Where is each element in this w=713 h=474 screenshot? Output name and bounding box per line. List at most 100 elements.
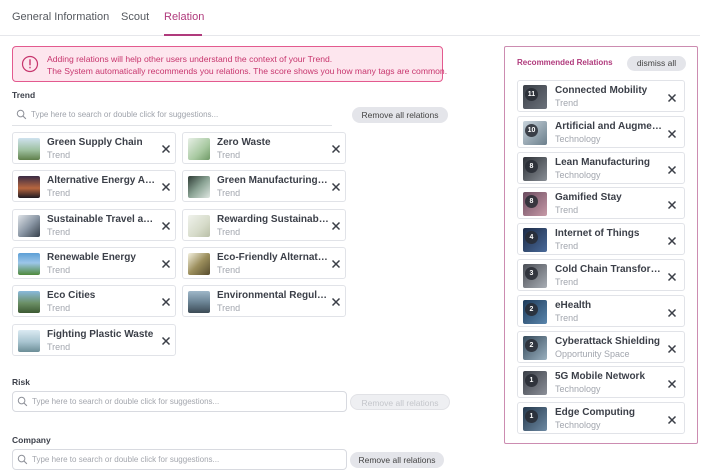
dismiss-recommendation-icon[interactable] (666, 342, 678, 354)
score-badge: 3 (525, 267, 538, 280)
recommended-card-title: 5G Mobile Network (555, 371, 646, 383)
photo-rewarding-icon (188, 214, 210, 237)
search-icon (17, 454, 28, 465)
recommended-card-title: Internet of Things (555, 228, 640, 240)
relation-card[interactable]: Renewable Energy Trend (12, 246, 176, 279)
dismiss-recommendation-icon[interactable] (666, 163, 678, 175)
relation-card[interactable]: Alternative Energy AdoptionTrend (12, 170, 176, 203)
relation-card[interactable]: Zero Waste Trend (182, 132, 346, 164)
relation-card-title: Eco Cities (47, 290, 96, 302)
recommended-card-title: Gamified Stay (555, 192, 622, 204)
remove-relation-icon[interactable] (160, 257, 172, 269)
recommended-card[interactable]: 10 Artificial and Augmented IntelligenceT… (517, 115, 685, 148)
photo-supply-chain-icon (18, 138, 40, 160)
recommended-card[interactable]: 1 Edge Computing Technology (517, 402, 685, 435)
relation-card-type: Trend (47, 303, 71, 314)
score-badge: 2 (525, 302, 538, 316)
relation-card-type: Trend (47, 188, 71, 199)
relation-card-title: Green Supply Chain (47, 137, 143, 148)
trend-remove-all-button[interactable]: Remove all relations (352, 107, 448, 123)
info-icon (21, 55, 39, 73)
relation-card-type: Trend (217, 226, 241, 237)
dismiss-recommendation-icon[interactable] (666, 306, 678, 318)
tab-general-information[interactable]: General Information (12, 11, 109, 23)
dismiss-recommendation-icon[interactable] (666, 377, 678, 389)
photo-environment-icon (188, 291, 210, 314)
remove-relation-icon[interactable] (330, 142, 342, 154)
relation-card[interactable]: Eco-Friendly Alternatives Trend (182, 246, 346, 279)
relation-card[interactable]: Eco Cities Trend (12, 285, 176, 318)
trend-search-input[interactable]: Type here to search or double click for … (12, 105, 332, 126)
recommended-card[interactable]: 8 Gamified Stay Trend (517, 187, 685, 220)
remove-relation-icon[interactable] (330, 295, 342, 307)
remove-relation-icon[interactable] (330, 219, 342, 231)
dismiss-recommendation-icon[interactable] (666, 270, 678, 282)
remove-relation-icon[interactable] (330, 180, 342, 192)
search-icon (17, 396, 28, 407)
relation-card[interactable]: Rewarding Sustainable BehaviorTrend (182, 208, 346, 241)
relation-card-type: Trend (47, 264, 71, 275)
alert-line-1: Adding relations will help other users u… (47, 54, 333, 64)
relation-card[interactable]: Environmental RegulationsTrend (182, 285, 346, 318)
search-icon (16, 109, 27, 120)
relation-card-title: Zero Waste (217, 137, 271, 148)
dismiss-recommendation-icon[interactable] (666, 91, 678, 103)
recommended-card-title: Connected Mobility (555, 85, 648, 96)
remove-relation-icon[interactable] (330, 257, 342, 269)
alert-line-2: The System automatically recommends you … (47, 65, 448, 76)
recommended-card-type: Opportunity Space (555, 348, 630, 359)
score-badge: 11 (525, 88, 538, 101)
remove-relation-icon[interactable] (160, 219, 172, 231)
relation-card-title: Renewable Energy (47, 251, 136, 263)
relation-card[interactable]: Fighting Plastic Waste Trend (12, 323, 176, 356)
dismiss-recommendation-icon[interactable] (666, 127, 678, 139)
recommended-card-title: Cyberattack Shielding (555, 335, 661, 347)
company-search-input[interactable]: Type here to search or double click for … (12, 449, 347, 470)
recommended-relations-panel: Recommended Relations dismiss all 11 Conn… (504, 46, 698, 444)
recommended-card[interactable]: 4 Internet of Things Trend (517, 223, 685, 256)
alert-message: Adding relations will help other users u… (47, 54, 447, 77)
score-badge: 10 (525, 123, 538, 137)
recommended-card[interactable]: 2 eHealth Trend (517, 294, 685, 327)
recommended-card-type: Trend (555, 312, 579, 323)
tab-scout[interactable]: Scout (121, 11, 149, 23)
tab-bar: General Information Scout Relation (0, 0, 700, 36)
photo-plastic-icon (18, 329, 40, 352)
relation-card[interactable]: Green Manufacturing PracticesTrend (182, 170, 346, 203)
risk-section-label: Risk (12, 377, 30, 387)
relation-card-type: Trend (217, 188, 241, 199)
recommended-card[interactable]: 2 Cyberattack Shielding Opportunity Space (517, 330, 685, 363)
remove-relation-icon[interactable] (160, 295, 172, 307)
relation-card-type: Trend (47, 226, 71, 237)
recommended-card[interactable]: 1 5G Mobile Network Technology (517, 366, 685, 399)
dismiss-all-button[interactable]: dismiss all (627, 56, 686, 71)
dismiss-recommendation-icon[interactable] (666, 413, 678, 425)
remove-relation-icon[interactable] (160, 334, 172, 346)
remove-relation-icon[interactable] (160, 180, 172, 192)
photo-travel-icon (18, 214, 40, 237)
recommended-card-title: Cold Chain Transformation (555, 264, 667, 275)
recommended-title: Recommended Relations (517, 58, 613, 67)
relation-card[interactable]: Green Supply Chain Trend (12, 132, 176, 164)
recommended-card-type: Trend (555, 205, 579, 216)
dismiss-recommendation-icon[interactable] (666, 234, 678, 246)
photo-zero-waste-icon (188, 138, 210, 160)
score-badge: 8 (525, 159, 538, 173)
tab-relation[interactable]: Relation (164, 11, 204, 23)
risk-remove-all-button: Remove all relations (350, 394, 450, 410)
remove-relation-icon[interactable] (160, 142, 172, 154)
recommended-card-title: Lean Manufacturing (555, 156, 651, 168)
recommended-card-type: Trend (555, 241, 579, 252)
recommended-card[interactable]: 3 Cold Chain Transformation Trend (517, 259, 685, 291)
recommended-card-type: Technology (555, 420, 601, 431)
recommended-card-type: Technology (555, 133, 601, 144)
recommended-card-type: Trend (555, 98, 579, 108)
company-remove-all-button[interactable]: Remove all relations (350, 452, 444, 468)
photo-sunset-energy-icon (18, 176, 40, 199)
recommended-card[interactable]: 8 Lean Manufacturing Technology (517, 151, 685, 184)
relation-card[interactable]: Sustainable Travel and TourismTrend (12, 208, 176, 241)
trend-search-placeholder: Type here to search or double click for … (31, 110, 219, 119)
recommended-card[interactable]: 11 Connected Mobility Trend (517, 80, 685, 112)
dismiss-recommendation-icon[interactable] (666, 198, 678, 210)
risk-search-input[interactable]: Type here to search or double click for … (12, 391, 347, 412)
